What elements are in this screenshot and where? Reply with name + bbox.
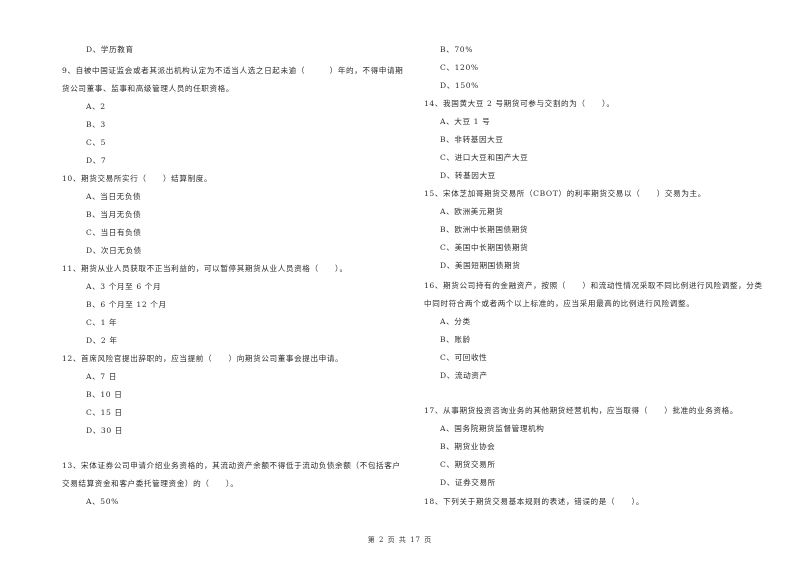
q13-option-d: D、150% [440, 81, 479, 90]
q18-stem: 18、下列关于期货交易基本规则的表述，错误的是（ ）。 [424, 497, 645, 506]
q10-option-d: D、次日无负债 [86, 246, 142, 255]
q13-option-b: B、70% [440, 45, 474, 54]
q17-option-c: C、期货交易所 [440, 460, 496, 469]
q12-option-a: A、7 日 [86, 372, 117, 381]
q13-option-c: C、120% [440, 63, 479, 72]
q9-option-d: D、7 [86, 156, 107, 165]
q10-option-b: B、当月无负债 [86, 210, 142, 219]
q14-option-b: B、非转基因大豆 [440, 135, 504, 144]
q9-stem-line1: 9、自被中国证监会或者其派出机构认定为不适当人选之日起未逾（ ）年的，不得申请期 [62, 66, 404, 75]
page-footer: 第 2 页 共 17 页 [367, 536, 433, 544]
q10-option-a: A、当日无负债 [86, 192, 142, 201]
q9-option-a: A、2 [86, 102, 106, 111]
q13-stem-line2: 交易结算资金和客户委托管理资金）的（ ）。 [62, 479, 239, 488]
q13-stem-line1: 13、宋体证券公司申请介绍业务资格的，其流动资产余额不得低于流动负债余额（不包括… [62, 461, 401, 470]
q17-option-a: A、国务院期货监督管理机构 [440, 424, 545, 433]
q15-option-c: C、美国中长期国债期货 [440, 243, 529, 252]
q17-stem: 17、从事期货投资咨询业务的其他期货经营机构，应当取得（ ）批准的业务资格。 [424, 406, 739, 415]
q15-option-d: D、美国短期国债期货 [440, 261, 521, 270]
q16-option-b: B、账龄 [440, 335, 471, 344]
q11-option-c: C、1 年 [86, 318, 118, 327]
q16-stem-line1: 16、期货公司持有的金融资产，按照（ ）和流动性情况采取不同比例进行风险调整，分… [424, 281, 763, 290]
q8-option-d: D、学历教育 [86, 45, 134, 54]
q14-option-a: A、大豆 1 号 [440, 117, 491, 126]
q9-option-b: B、3 [86, 120, 106, 129]
q17-option-b: B、期货业协会 [440, 442, 496, 451]
q13-option-a: A、50% [86, 497, 119, 506]
q17-option-d: D、证券交易所 [440, 478, 496, 487]
q16-option-a: A、分类 [440, 317, 471, 326]
q12-option-d: D、30 日 [86, 426, 123, 435]
q9-stem-line2: 货公司董事、监事和高级管理人员的任职资格。 [62, 84, 235, 93]
q10-stem: 10、期货交易所实行（ ）结算制度。 [62, 174, 213, 183]
q12-stem: 12、首席风险官提出辞职的，应当提前（ ）向期货公司董事会提出申请。 [62, 354, 344, 363]
q10-option-c: C、当日有负债 [86, 228, 142, 237]
q16-option-c: C、可回收性 [440, 353, 488, 362]
q12-option-c: C、15 日 [86, 408, 123, 417]
q15-option-a: A、欧洲美元期货 [440, 207, 504, 216]
q16-option-d: D、流动资产 [440, 371, 488, 380]
q9-option-c: C、5 [86, 138, 107, 147]
q11-option-b: B、6 个月至 12 个月 [86, 300, 167, 309]
q15-option-b: B、欧洲中长期国债期货 [440, 225, 529, 234]
q11-option-d: D、2 年 [86, 336, 118, 345]
q14-stem: 14、我国黄大豆 2 号期货可参与交割的为（ ）。 [424, 99, 615, 108]
q12-option-b: B、10 日 [86, 390, 123, 399]
q14-option-d: D、转基因大豆 [440, 171, 496, 180]
q11-stem: 11、期货从业人员获取不正当利益的，可以暂停其期货从业人员资格（ ）。 [62, 264, 348, 273]
q11-option-a: A、3 个月至 6 个月 [86, 282, 162, 291]
q16-stem-line2: 中同时符合两个或者两个以上标准的，应当采用最高的比例进行风险调整。 [424, 299, 695, 308]
q14-option-c: C、进口大豆和国产大豆 [440, 153, 529, 162]
q15-stem: 15、宋体芝加哥期货交易所（CBOT）的利率期货交易以（ ）交易为主。 [424, 189, 706, 198]
